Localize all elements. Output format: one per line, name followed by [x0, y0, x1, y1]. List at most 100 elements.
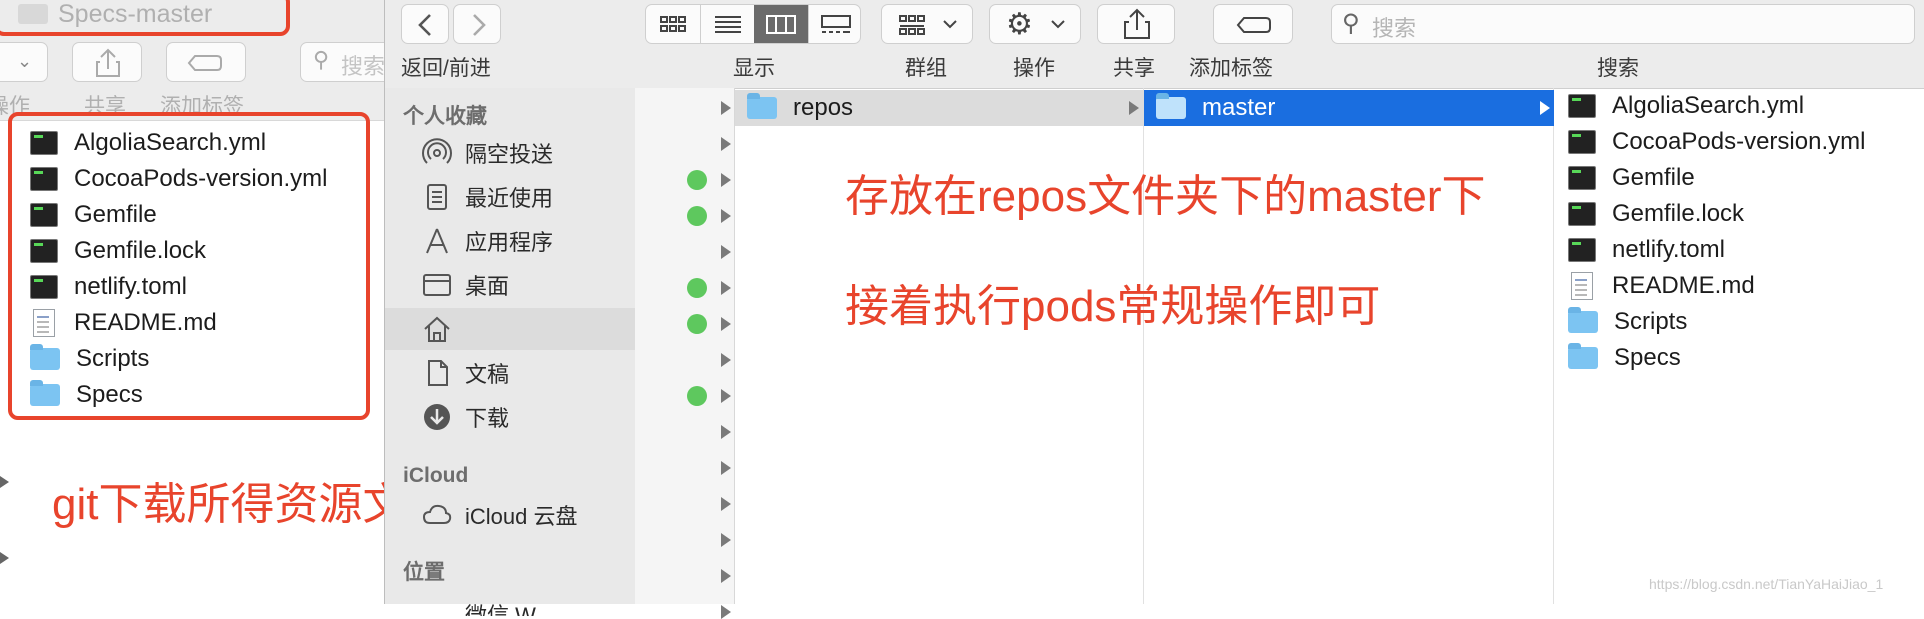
sidebar-item-location-partial[interactable]: 微信 W [385, 588, 635, 616]
search-icon: ⚲ [313, 47, 330, 72]
disclosure-triangle[interactable] [721, 281, 731, 295]
sidebar-item-desktop[interactable]: 桌面 [385, 264, 635, 306]
exec-file-icon [1568, 202, 1596, 226]
back-share-button[interactable] [72, 42, 142, 82]
disclosure-triangle[interactable] [721, 569, 731, 583]
exec-file-icon [1568, 238, 1596, 262]
share-label: 共享 [1113, 57, 1155, 80]
file-name: Scripts [1614, 308, 1688, 335]
file-row[interactable]: README.md [1568, 268, 1755, 304]
view-label: 显示 [733, 57, 775, 80]
file-row[interactable]: Gemfile [1568, 160, 1695, 196]
column-view-button[interactable] [754, 5, 808, 43]
disclosure-triangle[interactable] [721, 353, 731, 367]
chevron-down-icon [1051, 20, 1065, 29]
file-row[interactable]: Specs [1568, 340, 1681, 376]
sidebar-item-documents[interactable]: 文稿 [385, 352, 635, 394]
cloud-icon [422, 504, 452, 524]
disclosure-triangle[interactable] [721, 209, 731, 223]
back-search-placeholder: 搜索 [341, 54, 386, 79]
sidebar-item-applications[interactable]: 应用程序 [385, 220, 635, 262]
folder-icon [1568, 343, 1598, 369]
back-nav-button[interactable] [401, 4, 449, 44]
file-row[interactable]: AlgoliaSearch.yml [1568, 88, 1804, 124]
sidebar-item-label: 文稿 [465, 362, 510, 387]
documents-icon [428, 360, 448, 386]
scroll-indicator-arrow [0, 476, 9, 488]
green-tag-dot [687, 278, 707, 298]
back-action-button[interactable]: ⌄ [0, 42, 48, 82]
search-field[interactable]: ⚲ 搜索 [1331, 4, 1915, 44]
tags-label: 添加标签 [1189, 57, 1273, 80]
exec-file-icon [1568, 130, 1596, 154]
master-folder-row[interactable]: master [1144, 90, 1554, 126]
file-row[interactable]: Scripts [1568, 304, 1687, 340]
title-highlight-box [0, 0, 290, 36]
back-finder-window: Specs-master ⌄ ⚲ 搜索 操作 共享 添加标签 AlgoliaSe… [0, 0, 450, 604]
share-button[interactable] [1097, 4, 1175, 44]
tag-icon [1236, 17, 1271, 33]
column-master-contents: AlgoliaSearch.yml CocoaPods-version.yml Ge… [1554, 88, 1924, 604]
sidebar-item-label: 隔空投送 [465, 142, 554, 167]
chevron-left-icon [418, 14, 431, 36]
disclosure-triangle[interactable] [721, 389, 731, 403]
repos-folder-label: repos [793, 94, 854, 121]
document-icon [1571, 272, 1593, 300]
back-tag-button[interactable] [166, 42, 246, 82]
right-annotation-line-1: 存放在repos文件夹下的master下 [845, 172, 1486, 221]
folder-icon [747, 93, 777, 119]
disclosure-triangle[interactable] [721, 497, 731, 511]
sidebar-item-airdrop[interactable]: 隔空投送 [385, 132, 635, 174]
columns-icon [766, 15, 796, 34]
folder-icon [1156, 93, 1186, 119]
gallery-view-button[interactable] [808, 5, 860, 43]
files-highlight-box [8, 112, 370, 420]
sidebar-locations-heading: 位置 [403, 561, 445, 584]
green-tag-dot [687, 386, 707, 406]
repos-folder-row[interactable]: repos [735, 90, 1144, 126]
disclosure-triangle[interactable] [721, 461, 731, 475]
forward-nav-button[interactable] [453, 4, 501, 44]
disclosure-triangle[interactable] [721, 533, 731, 547]
folder-icon [1568, 307, 1598, 333]
group-button[interactable] [881, 4, 973, 44]
file-row[interactable]: CocoaPods-version.yml [1568, 124, 1865, 160]
file-name: Gemfile [1612, 164, 1695, 191]
exec-file-icon [1568, 166, 1596, 190]
file-name: README.md [1612, 272, 1755, 299]
tag-button[interactable] [1213, 4, 1293, 44]
sidebar-item-label: iCloud 云盘 [465, 504, 578, 529]
action-button[interactable]: ⚙ [989, 4, 1081, 44]
disclosure-triangle[interactable] [721, 137, 731, 151]
sidebar-item-recents[interactable]: 最近使用 [385, 176, 635, 218]
file-name: Gemfile.lock [1612, 200, 1745, 227]
search-placeholder: 搜索 [1372, 16, 1417, 41]
green-tag-dot [687, 314, 707, 334]
home-icon [424, 316, 450, 342]
disclosure-triangle[interactable] [721, 245, 731, 259]
sidebar-favorites-heading: 个人收藏 [403, 105, 487, 128]
sidebar-item-downloads[interactable]: 下载 [385, 396, 635, 438]
disclosure-triangle[interactable] [721, 425, 731, 439]
desktop-icon [423, 274, 451, 296]
sidebar-item-label: 应用程序 [465, 230, 554, 255]
recents-icon [427, 184, 447, 210]
right-annotation-line-2: 接着执行pods常规操作即可 [845, 282, 1381, 331]
scroll-indicator-arrow [0, 552, 9, 564]
disclosure-triangle[interactable] [721, 605, 731, 619]
sidebar-item-home[interactable] [385, 308, 635, 350]
sidebar-icloud-heading: iCloud [403, 464, 469, 487]
disclosure-triangle[interactable] [721, 101, 731, 115]
icon-view-button[interactable] [646, 5, 700, 43]
grid-icon [660, 16, 686, 32]
chevron-down-icon: ⌄ [17, 51, 33, 71]
list-view-button[interactable] [700, 5, 755, 43]
green-tag-dot [687, 170, 707, 190]
file-row[interactable]: netlify.toml [1568, 232, 1725, 268]
tag-icon [187, 55, 222, 71]
front-finder-window: 返回/前进 显示 群组 ⚙ 操作 共享 添加标签 ⚲ 搜索 搜索 个人收藏 隔空… [384, 0, 1924, 619]
disclosure-triangle[interactable] [721, 173, 731, 187]
disclosure-triangle[interactable] [721, 317, 731, 331]
file-row[interactable]: Gemfile.lock [1568, 196, 1744, 232]
sidebar-item-icloud-drive[interactable]: iCloud 云盘 [385, 494, 635, 536]
